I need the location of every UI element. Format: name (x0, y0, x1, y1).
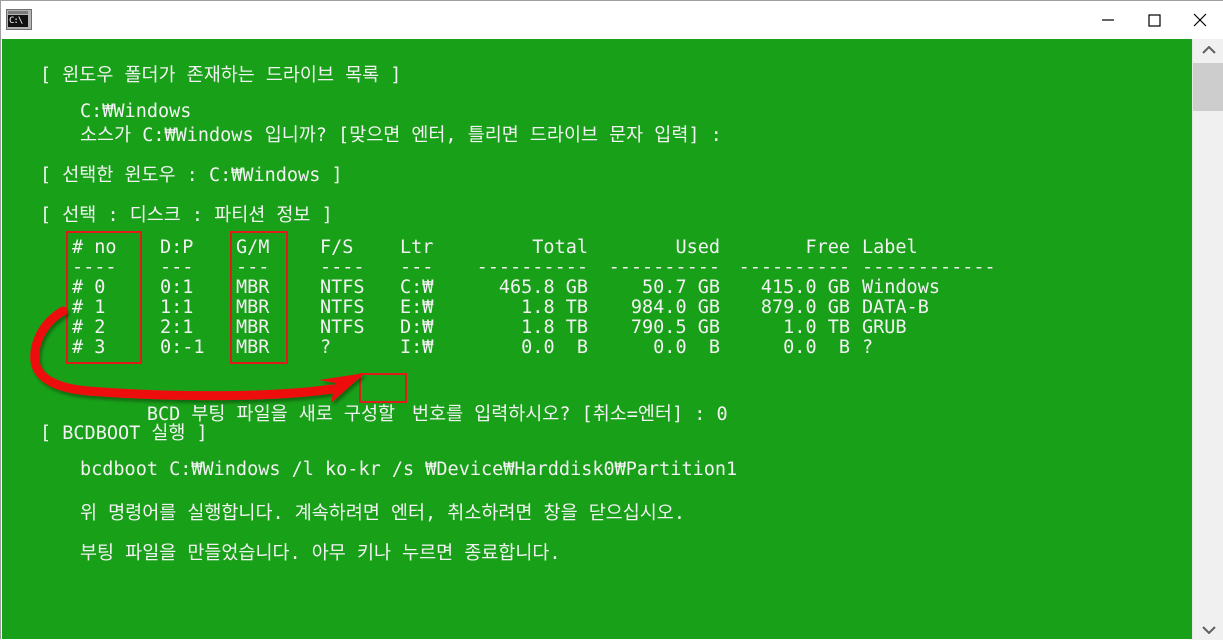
minimize-icon (1102, 18, 1114, 21)
cmd-console-icon: C:\ (6, 8, 32, 31)
table-cell-label: ? (862, 337, 874, 358)
table-rule-fs: ---- (320, 257, 365, 278)
scrollbar-thumb[interactable] (1193, 63, 1223, 111)
table-cell-free: 415.0 GB (760, 277, 850, 298)
window-titlebar: C:\ (1, 1, 1223, 38)
table-cell-gm: MBR (236, 337, 270, 358)
table-cell-free: 879.0 GB (760, 297, 850, 318)
table-cell-fs: NTFS (320, 297, 365, 318)
close-icon (1193, 13, 1207, 26)
table-header-dp: D:P (160, 237, 194, 258)
table-header-used: Used (675, 237, 720, 258)
table-rule-dp: --- (160, 257, 194, 278)
table-cell-ltr: I:₩ (400, 337, 434, 358)
selected-windows-text: [ 선택한 윈도우 : C:₩Windows ] (40, 165, 343, 186)
table-cell-used: 984.0 GB (630, 297, 720, 318)
scroll-down-button[interactable] (1193, 618, 1223, 640)
table-cell-dp: 1:1 (160, 297, 194, 318)
table-cell-dp: 2:1 (160, 317, 194, 338)
table-rule-ltr: --- (400, 257, 434, 278)
table-rule-free: ---------- (738, 257, 850, 278)
console-window: C:\ [ 윈도우 폴더가 존재하는 드라이브 목록 ] C:₩Windows … (0, 0, 1223, 640)
table-cell-gm: MBR (236, 297, 270, 318)
maximize-icon (1148, 13, 1161, 27)
console-output-area[interactable]: [ 윈도우 폴더가 존재하는 드라이브 목록 ] C:₩Windows 소스가 … (2, 39, 1192, 639)
table-header-fs: F/S (320, 237, 354, 258)
table-cell-free: 0.0 B (783, 337, 850, 358)
table-cell-ltr: D:₩ (400, 317, 434, 338)
table-cell-used: 790.5 GB (630, 317, 720, 338)
scroll-up-button[interactable] (1193, 39, 1223, 61)
icon-titlebar-strip (8, 10, 28, 14)
table-rule-label: ------------ (862, 257, 996, 278)
partition-info-header: [ 선택 : 디스크 : 파티션 정보 ] (40, 205, 333, 226)
table-header-gm: G/M (236, 237, 270, 258)
chevron-up-icon (1201, 45, 1216, 54)
table-cell-dp: 0:-1 (160, 337, 205, 358)
table-rule-used: ---------- (608, 257, 720, 278)
chevron-down-icon (1201, 625, 1216, 634)
table-cell-used: 50.7 GB (642, 277, 720, 298)
table-cell-total: 465.8 GB (498, 277, 588, 298)
table-header-no: # no (72, 237, 117, 258)
source-confirm-prompt: 소스가 C:₩Windows 입니까? [맞으면 엔터, 틀리면 드라이브 문자… (80, 125, 722, 146)
table-cell-dp: 0:1 (160, 277, 194, 298)
table-cell-no: # 3 (72, 337, 106, 358)
maximize-button[interactable] (1131, 1, 1177, 38)
bcdboot-command-text: bcdboot C:₩Windows /l ko-kr /s ₩Device₩H… (80, 459, 738, 480)
table-cell-gm: MBR (236, 317, 270, 338)
table-cell-total: 1.8 TB (521, 317, 588, 338)
table-cell-fs: NTFS (320, 317, 365, 338)
minimize-button[interactable] (1085, 1, 1131, 38)
table-cell-label: DATA-B (862, 297, 929, 318)
table-cell-gm: MBR (236, 277, 270, 298)
vertical-scrollbar[interactable] (1192, 39, 1223, 640)
table-rule-no: ---- (72, 257, 117, 278)
table-cell-ltr: E:₩ (400, 297, 434, 318)
table-cell-no: # 2 (72, 317, 106, 338)
done-notice-text: 부팅 파일을 만들었습니다. 아무 키나 누르면 종료합니다. (80, 543, 561, 564)
close-button[interactable] (1177, 1, 1223, 38)
table-cell-used: 0.0 B (653, 337, 720, 358)
bcd-prompt-highlight: 번호 (412, 404, 447, 425)
table-header-total: Total (532, 237, 588, 258)
table-cell-ltr: C:₩ (400, 277, 434, 298)
table-cell-label: GRUB (862, 317, 907, 338)
table-header-ltr: Ltr (400, 237, 434, 258)
table-header-label: Label (862, 237, 918, 258)
table-cell-fs: ? (320, 337, 332, 358)
table-cell-no: # 1 (72, 297, 106, 318)
bcd-prompt-after: 를 입력하시오? [취소=엔터] : 0 (446, 404, 728, 425)
table-header-free: Free (805, 237, 850, 258)
table-cell-label: Windows (862, 277, 940, 298)
table-cell-fs: NTFS (320, 277, 365, 298)
drive-list-header: [ 윈도우 폴더가 존재하는 드라이브 목록 ] (40, 65, 402, 86)
source-path-text: C:₩Windows (80, 101, 192, 122)
icon-screen-text: C:\ (8, 14, 28, 27)
table-rule-total: ---------- (476, 257, 588, 278)
table-cell-total: 0.0 B (521, 337, 588, 358)
table-cell-total: 1.8 TB (521, 297, 588, 318)
table-cell-free: 1.0 TB (783, 317, 850, 338)
bcdboot-section-header: [ BCDBOOT 실행 ] (40, 423, 208, 444)
run-notice-text: 위 명령어를 실행합니다. 계속하려면 엔터, 취소하려면 창을 닫으십시오. (80, 503, 685, 524)
table-rule-gm: --- (236, 257, 270, 278)
table-cell-no: # 0 (72, 277, 106, 298)
